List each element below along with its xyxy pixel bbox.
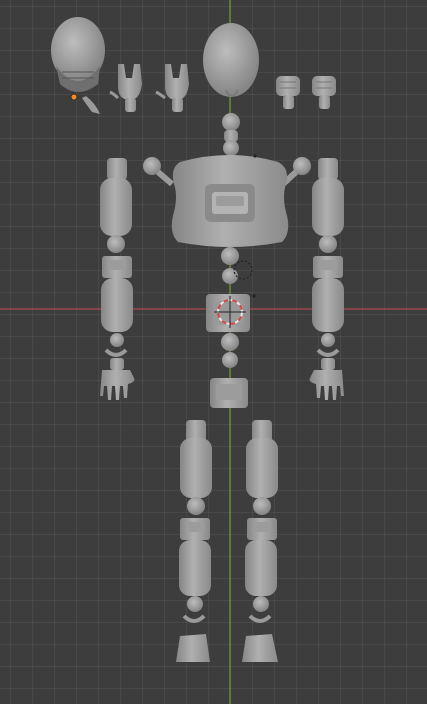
torso-object[interactable] xyxy=(171,154,289,247)
neck-joints[interactable] xyxy=(222,113,240,156)
fist-pose-left[interactable] xyxy=(276,76,300,109)
right-arm-object[interactable] xyxy=(309,158,344,400)
head-front-object[interactable] xyxy=(203,23,259,97)
fist-pose-right[interactable] xyxy=(312,76,336,109)
viewport-scene[interactable] xyxy=(0,0,427,704)
head-back-object[interactable] xyxy=(51,17,105,114)
hand-pose-rock-right[interactable] xyxy=(155,64,189,112)
right-leg-object[interactable] xyxy=(242,420,278,662)
3d-viewport[interactable] xyxy=(0,0,427,704)
hand-pose-rock-left[interactable] xyxy=(109,64,142,112)
left-leg-object[interactable] xyxy=(176,420,212,662)
left-arm-object[interactable] xyxy=(100,158,135,400)
object-origin-icon xyxy=(70,93,78,101)
pelvis-object[interactable] xyxy=(210,378,248,408)
